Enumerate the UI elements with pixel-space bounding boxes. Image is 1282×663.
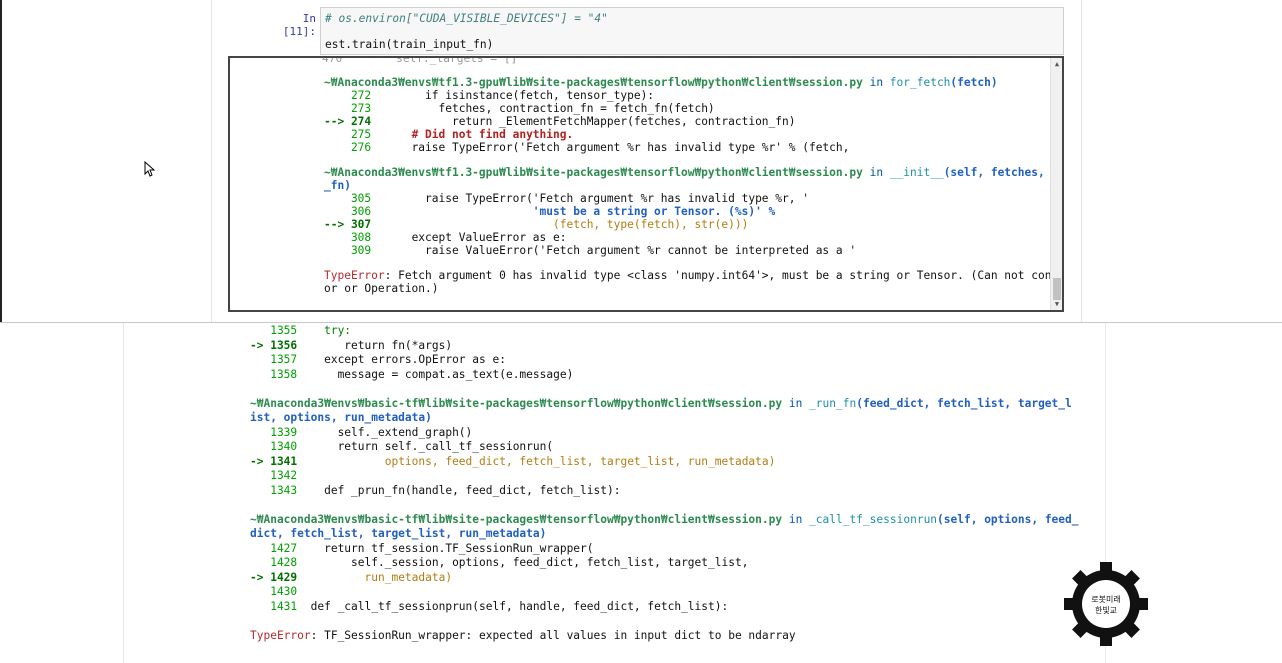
- traceback-line: 306 'must be a string or Tensor. (%s)' %: [324, 205, 776, 218]
- traceback-frame-header-cont: ist, options, run_metadata): [250, 411, 432, 424]
- traceback-line: 1431 def _call_tf_sessionprun(self, hand…: [250, 600, 729, 613]
- error-message-cont: or or Operation.): [324, 282, 439, 295]
- traceback-line: 308 except ValueError as e:: [324, 231, 567, 244]
- left-margin: [0, 323, 124, 663]
- traceback-line: 276 raise TypeError('Fetch argument %r h…: [324, 141, 850, 154]
- traceback-line-current: -> 1356 return fn(*args): [250, 339, 453, 352]
- error-message: TypeError: Fetch argument 0 has invalid …: [324, 269, 1062, 282]
- logo-text-2: 한빛교: [1095, 605, 1117, 615]
- code-line-comment: # os.environ["CUDA_VISIBLE_DEVICES"] = "…: [325, 12, 608, 25]
- traceback-line-current: --> 307 (fetch, type(fetch), str(e))): [324, 218, 749, 231]
- traceback-line: 309 raise ValueError('Fetch argument %r …: [324, 244, 857, 257]
- logo-text-1: 로봇미래: [1091, 595, 1120, 604]
- traceback-line-current: -> 1341 options, feed_dict, fetch_list, …: [250, 455, 776, 468]
- traceback-line: 1340 return self._call_tf_sessionrun(: [250, 440, 554, 453]
- traceback-line-current: -> 1429 run_metadata): [250, 571, 453, 584]
- traceback-frame-header-cont: _fn): [324, 179, 351, 192]
- output-traceback-box[interactable]: 470 self._targets = [] ~₩Anaconda3₩envs₩…: [228, 56, 1064, 312]
- gear-logo-icon: 로봇미래 한빛교: [1064, 562, 1148, 646]
- traceback-line: 1428 self._session, options, feed_dict, …: [250, 556, 749, 569]
- traceback-frame-header: ~₩Anaconda3₩envs₩basic-tf₩lib₩site-packa…: [250, 397, 1072, 410]
- scrollbar-thumb[interactable]: [1053, 278, 1061, 300]
- scroll-up-icon[interactable]: ▲: [1053, 60, 1061, 68]
- traceback-line: 1343 def _prun_fn(handle, feed_dict, fet…: [250, 484, 621, 497]
- traceback-line: 305 raise TypeError('Fetch argument %r h…: [324, 192, 809, 205]
- clipped-line: 470 self._targets = []: [322, 56, 518, 65]
- traceback-line: 1427 return tf_session.TF_SessionRun_wra…: [250, 542, 594, 555]
- cell-prompt: In [11]:: [282, 12, 316, 38]
- scroll-down-icon[interactable]: ▼: [1053, 300, 1061, 308]
- traceback-line: 1342: [250, 469, 298, 482]
- traceback-page: 1355 try: -> 1356 return fn(*args) 1357 …: [124, 323, 1105, 663]
- traceback-line: 1357 except errors.OpError as e:: [250, 353, 506, 366]
- traceback-line: 1355 try:: [250, 324, 352, 337]
- traceback-line: 1430: [250, 585, 298, 598]
- traceback-line: 272 if isinstance(fetch, tensor_type):: [324, 89, 655, 102]
- traceback-line-current: --> 274 return _ElementFetchMapper(fetch…: [324, 115, 796, 128]
- traceback-line: 273 fetches, contraction_fn = fetch_fn(f…: [324, 102, 715, 115]
- traceback-frame-header: ~₩Anaconda3₩envs₩tf1.3-gpu₩lib₩site-pack…: [324, 76, 998, 89]
- traceback-frame-header: ~₩Anaconda3₩envs₩tf1.3-gpu₩lib₩site-pack…: [324, 166, 1062, 179]
- code-cell-input[interactable]: # os.environ["CUDA_VISIBLE_DEVICES"] = "…: [320, 7, 1064, 55]
- traceback-line: 1339 self._extend_graph(): [250, 426, 473, 439]
- traceback-line: 275 # Did not find anything.: [324, 128, 574, 141]
- mouse-cursor-icon: [144, 161, 156, 177]
- vertical-scrollbar[interactable]: ▲ ▼: [1050, 58, 1062, 310]
- traceback-frame-header: ~₩Anaconda3₩envs₩basic-tf₩lib₩site-packa…: [250, 513, 1079, 526]
- traceback-frame-header-cont: dict, fetch_list, target_list, run_metad…: [250, 527, 547, 540]
- top-notebook-view: In [11]: # os.environ["CUDA_VISIBLE_DEVI…: [0, 0, 1282, 322]
- traceback-line: 1358 message = compat.as_text(e.message): [250, 368, 574, 381]
- error-message: TypeError: TF_SessionRun_wrapper: expect…: [250, 629, 796, 642]
- code-line-train: est.train(train_input_fn): [325, 38, 494, 51]
